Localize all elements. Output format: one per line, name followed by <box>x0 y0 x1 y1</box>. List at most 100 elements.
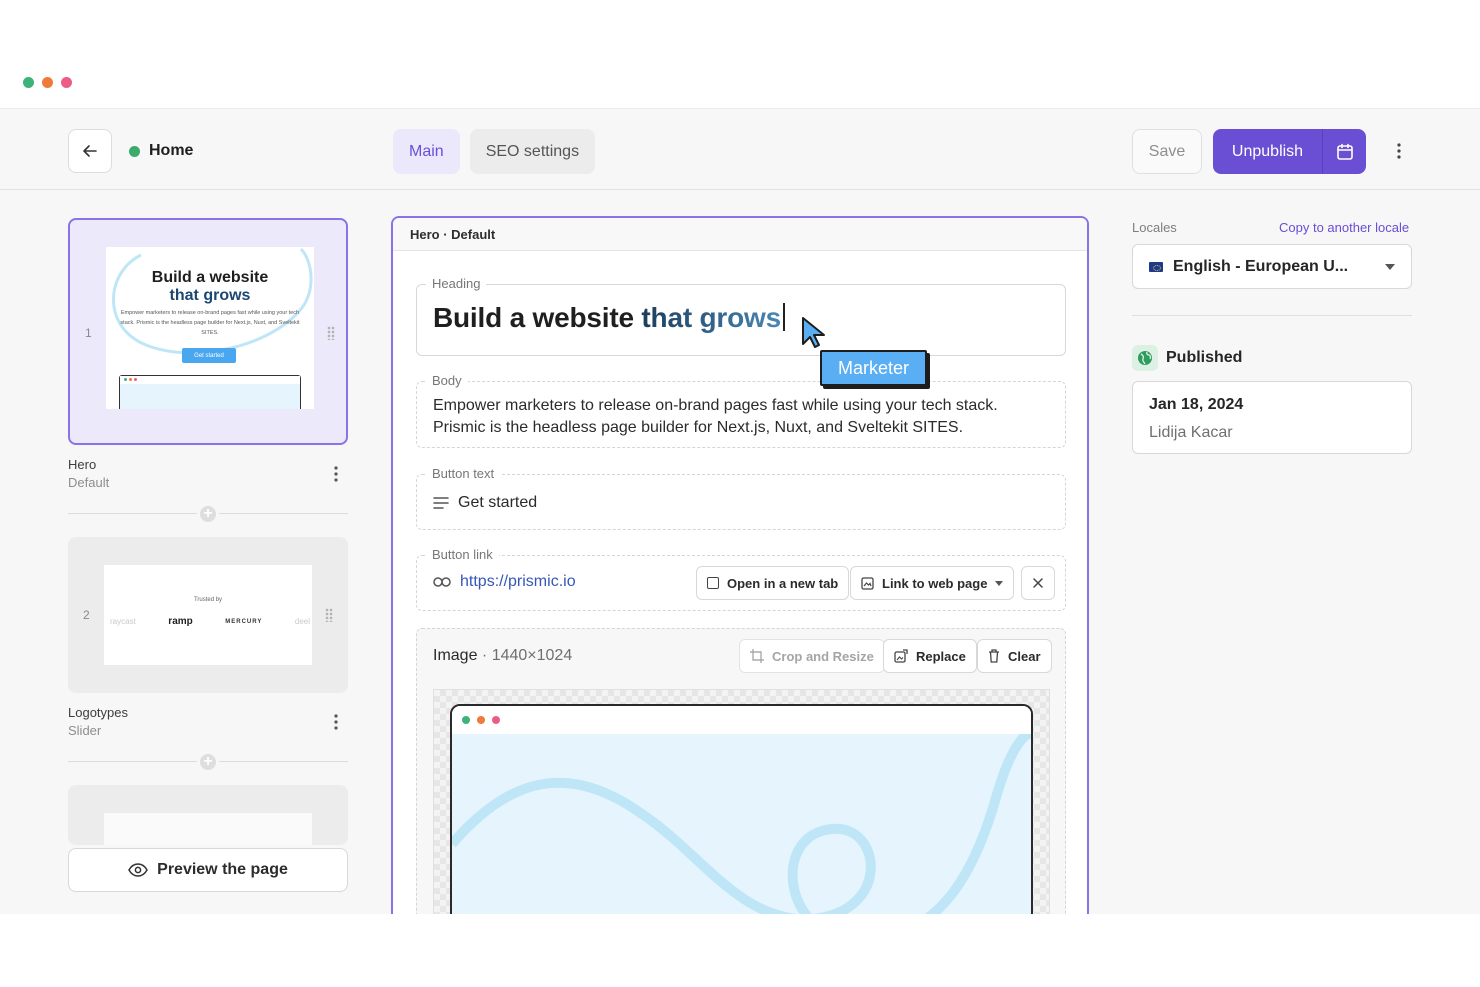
window-dot-green[interactable] <box>23 77 34 88</box>
image-label: Image <box>433 647 478 664</box>
publish-date: Jan 18, 2024 <box>1149 396 1244 413</box>
heading-text-part2: that grows <box>641 302 781 333</box>
body-input[interactable]: Empower marketers to release on-brand pa… <box>433 395 1053 439</box>
kebab-menu-icon <box>1397 143 1401 159</box>
open-new-tab-label: Open in a new tab <box>727 575 839 591</box>
image-mock-bar <box>452 706 1031 734</box>
mock-dot-red <box>492 716 500 724</box>
slice-thumbnail-logotypes: Trusted by raycast ramp MERCURY deel <box>104 565 312 665</box>
sidebar-divider <box>1132 315 1412 316</box>
image-link-icon <box>861 576 874 590</box>
heading-text-part1: Build a website <box>433 302 634 333</box>
logo-mercury: MERCURY <box>225 618 263 625</box>
drag-handle[interactable] <box>327 326 335 340</box>
save-button[interactable]: Save <box>1132 129 1202 174</box>
logo-ramp: ramp <box>168 616 193 627</box>
add-slice-row: + <box>68 503 348 525</box>
checkbox-icon <box>707 577 719 589</box>
heading-label: Heading <box>426 276 487 292</box>
publish-info-card: Jan 18, 2024 Lidija Kacar <box>1132 381 1412 454</box>
thumbnail-body: Empower marketers to release on-brand pa… <box>120 310 300 336</box>
body-line-2: Prismic is the headless page builder for… <box>433 419 964 436</box>
tab-main[interactable]: Main <box>393 129 460 174</box>
clear-image-button[interactable]: Clear <box>977 639 1052 673</box>
back-button[interactable] <box>68 129 112 173</box>
clear-link-button[interactable] <box>1021 566 1055 600</box>
locale-value: English - European U... <box>1173 257 1349 275</box>
eye-icon <box>128 863 148 877</box>
publish-status: Published <box>1132 345 1242 371</box>
cursor-arrow-icon <box>802 317 825 348</box>
status-label: Published <box>1166 349 1243 366</box>
collaborator-cursor-tag: Marketer <box>820 350 927 386</box>
thumbnail-mock-bar <box>120 376 300 384</box>
image-title: Image · 1440×1024 <box>433 647 572 665</box>
thumbnail-title: Build a website that grows <box>106 269 314 305</box>
crop-resize-button[interactable]: Crop and Resize <box>739 639 885 673</box>
more-options-button[interactable] <box>1388 139 1410 163</box>
slice-editor-header: Hero · Default <box>393 218 1087 251</box>
body-label: Body <box>426 373 468 389</box>
slice-options-button[interactable] <box>326 712 346 732</box>
preview-page-button[interactable]: Preview the page <box>68 848 348 892</box>
heading-field[interactable]: Heading Build a website that grows <box>416 276 1066 356</box>
trash-icon <box>989 649 999 663</box>
calendar-icon <box>1336 143 1353 160</box>
drag-handle[interactable] <box>325 608 333 622</box>
top-bar: Home Main SEO settings Save Unpublish <box>0 109 1480 190</box>
unpublish-button[interactable]: Unpublish <box>1213 129 1322 174</box>
slice-card-logotypes[interactable]: 2 Trusted by raycast ramp MERCURY deel <box>68 537 348 693</box>
slice-meta-logotypes: Logotypes Slider <box>68 704 128 740</box>
text-lines-icon <box>433 497 449 509</box>
button-text-input[interactable]: Get started <box>433 494 537 512</box>
slice-thumbnail-next <box>104 813 312 845</box>
window-dot-red[interactable] <box>61 77 72 88</box>
copy-to-locale-link[interactable]: Copy to another locale <box>1279 220 1409 235</box>
unpublish-button-group: Unpublish <box>1213 129 1366 174</box>
slice-variation: Default <box>68 475 110 490</box>
slice-card-hero[interactable]: 1 Build a website that grows Empower mar… <box>68 218 348 445</box>
image-mock-window <box>450 704 1033 914</box>
logo-deel: deel <box>294 617 310 626</box>
add-slice-button[interactable]: + <box>197 751 219 773</box>
close-icon <box>1033 578 1043 588</box>
replace-image-button[interactable]: Replace <box>883 639 977 673</box>
link-type-select[interactable]: Link to web page <box>850 566 1015 600</box>
tab-seo-settings[interactable]: SEO settings <box>469 129 596 174</box>
button-link-input[interactable]: https://prismic.io <box>433 573 576 591</box>
link-icon <box>433 577 451 587</box>
link-type-label: Link to web page <box>882 575 988 591</box>
editor-tabs: Main SEO settings <box>393 129 596 174</box>
mock-dot-green <box>462 716 470 724</box>
image-preview[interactable] <box>433 689 1050 914</box>
plus-icon: + <box>203 505 213 522</box>
button-text-field[interactable]: Button text Get started <box>416 466 1066 530</box>
open-new-tab-checkbox[interactable]: Open in a new tab <box>696 566 850 600</box>
image-field: Image · 1440×1024 Crop and Resize Replac… <box>416 628 1066 914</box>
logo-raycast: raycast <box>110 617 136 626</box>
mock-dot-orange <box>477 716 485 724</box>
thumbnail-caption: Trusted by <box>193 597 223 603</box>
thumbnail-title-line2: that grows <box>169 287 251 304</box>
status-dot <box>129 145 140 157</box>
plus-icon: + <box>203 753 213 770</box>
image-swirl <box>452 734 1031 914</box>
heading-input[interactable]: Build a website that grows <box>433 302 785 334</box>
slice-card-next[interactable] <box>68 785 348 845</box>
arrow-left-icon <box>83 145 97 157</box>
body-field[interactable]: Body Empower marketers to release on-bra… <box>416 373 1066 448</box>
caret-down-icon <box>995 580 1004 586</box>
slice-options-button[interactable] <box>326 464 346 484</box>
text-caret <box>782 303 785 331</box>
locale-select[interactable]: English - European U... <box>1132 244 1412 289</box>
window-dot-orange[interactable] <box>42 77 53 88</box>
slice-number: 1 <box>85 326 92 340</box>
eu-flag-icon <box>1149 261 1163 272</box>
button-text-value: Get started <box>458 494 538 511</box>
crop-resize-label: Crop and Resize <box>772 648 874 664</box>
button-link-field[interactable]: Button link https://prismic.io Open in a… <box>416 547 1066 611</box>
clear-label: Clear <box>1008 648 1041 664</box>
kebab-menu-icon <box>334 466 338 482</box>
schedule-button[interactable] <box>1322 129 1366 174</box>
add-slice-button[interactable]: + <box>197 503 219 525</box>
